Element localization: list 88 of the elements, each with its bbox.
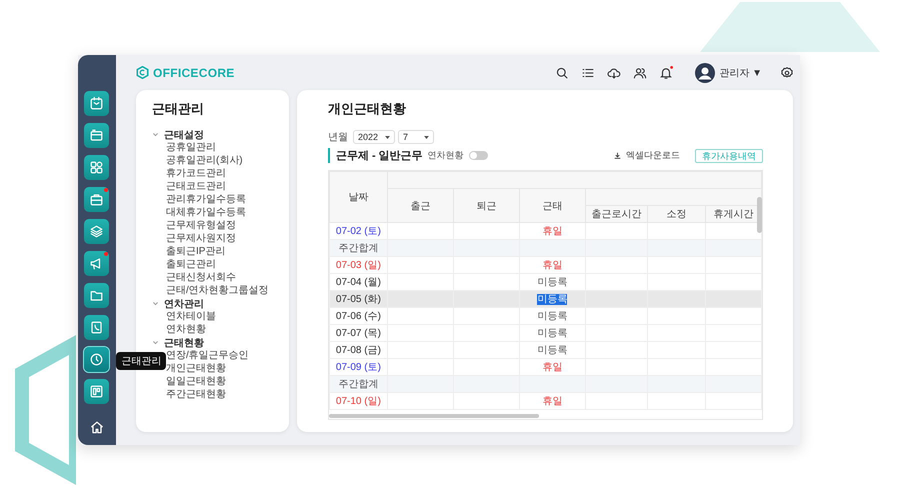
panel-title: 근태관리 <box>152 100 205 118</box>
search-icon[interactable] <box>555 66 570 80</box>
caret-icon <box>384 136 390 138</box>
user-menu[interactable]: 관리자 ▼ <box>719 66 762 80</box>
scrollbar[interactable] <box>757 197 762 233</box>
page-title: 개인근태현황 <box>328 100 407 118</box>
status-cell: 미등록 <box>537 311 568 322</box>
phonebook-icon <box>89 320 104 335</box>
people-icon[interactable] <box>633 66 648 80</box>
chevron-icon <box>152 300 159 307</box>
menu-item[interactable]: 근무제사원지정 <box>152 232 283 245</box>
year-select[interactable]: 2022 <box>352 130 395 144</box>
date-cell: 주간합계 <box>329 240 388 256</box>
logo-text: OFFICECORE <box>152 66 235 80</box>
date-cell: 07-08 (금) <box>329 342 388 358</box>
menu-item[interactable]: 연차현황 <box>152 323 283 336</box>
menu-item[interactable]: 일일근태현황 <box>152 375 283 388</box>
column-header: 근태 <box>519 188 586 222</box>
column-header: 출근 <box>387 188 454 222</box>
folder-icon <box>89 288 104 303</box>
sidebar-button[interactable] <box>84 155 110 180</box>
menu-item[interactable]: 관리휴가일수등록 <box>152 193 283 206</box>
column-header: 출근로시간 <box>585 206 648 222</box>
bell-icon[interactable] <box>659 66 674 80</box>
menu-item[interactable]: 근태코드관리 <box>152 180 283 193</box>
chevron-icon <box>152 131 159 138</box>
status-cell: 미등록 <box>537 345 568 356</box>
grid-icon <box>89 160 104 175</box>
status-cell: 휴일 <box>542 226 562 237</box>
date-cell: 07-03 (일) <box>329 256 388 274</box>
menu-item[interactable]: 근태/연차현황그룹설정 <box>152 284 283 297</box>
chevron-icon <box>152 339 159 346</box>
sidebar-button[interactable] <box>84 219 110 244</box>
sidebar-button[interactable] <box>84 251 110 276</box>
download-link[interactable]: 엑셀다운로드 <box>626 149 680 162</box>
sidebar-button[interactable] <box>84 379 110 404</box>
sidebar-button[interactable] <box>84 283 110 308</box>
board-icon <box>89 384 104 399</box>
column-header: 퇴근 <box>453 188 520 222</box>
menu-item[interactable]: 휴가코드관리 <box>152 167 283 180</box>
download-icon <box>614 152 621 159</box>
column-header: 날짜 <box>329 172 388 222</box>
briefcase-icon <box>89 192 104 207</box>
sidebar-button[interactable] <box>84 187 110 212</box>
date-cell: 07-06 (수) <box>329 308 388 324</box>
menu-item[interactable]: 주간근태현황 <box>152 388 283 401</box>
date-cell: 주간합계 <box>329 376 388 392</box>
status-cell: 미등록 <box>537 294 568 305</box>
date-cell: 07-10 (일) <box>329 392 388 410</box>
menu-group[interactable]: 근태설정 <box>152 128 283 141</box>
home-icon[interactable] <box>88 419 105 435</box>
clock-icon <box>89 352 104 367</box>
menu-item[interactable]: 공휴일관리(회사) <box>152 154 283 167</box>
status-cell: 미등록 <box>537 277 568 288</box>
menu-item[interactable]: 근태신청서회수 <box>152 271 283 284</box>
sidebar-button[interactable] <box>84 123 110 148</box>
menu-item[interactable]: 출퇴근IP관리 <box>152 245 283 258</box>
month-select[interactable]: 7 <box>398 130 434 144</box>
menu-item[interactable]: 출퇴근관리 <box>152 258 283 271</box>
status-cell: 미등록 <box>537 328 568 339</box>
section-title: 근무제 - 일반근무 <box>328 148 423 163</box>
menu-item[interactable]: 공휴일관리 <box>152 141 283 154</box>
logo-icon <box>136 66 149 79</box>
date-cell: 07-07 (목) <box>329 324 388 342</box>
menu-item[interactable]: 연차테이블 <box>152 310 283 323</box>
column-header: 소정 <box>647 206 706 222</box>
sidebar-button[interactable] <box>84 315 110 340</box>
settings-icon[interactable] <box>780 66 794 80</box>
tooltip: 근태관리 <box>116 352 166 370</box>
calendar-icon <box>89 96 104 111</box>
card-icon <box>89 128 104 143</box>
menu-group[interactable]: 연차관리 <box>152 297 283 310</box>
sidebar-button[interactable] <box>84 91 110 116</box>
avatar-icon[interactable] <box>695 62 716 82</box>
date-cell: 07-05 (화) <box>329 290 388 308</box>
toggle-switch[interactable] <box>468 151 488 160</box>
menu-item[interactable]: 근무제유형설정 <box>152 219 283 232</box>
status-cell: 휴일 <box>542 396 562 407</box>
menu-item[interactable]: 대체휴가일수등록 <box>152 206 283 219</box>
status-cell: 휴일 <box>542 260 562 271</box>
layers-icon <box>89 224 104 239</box>
caret-icon <box>424 136 429 138</box>
menu-group[interactable]: 근태현황 <box>152 336 283 349</box>
cloud-icon[interactable] <box>607 66 622 80</box>
field-label: 년월 <box>328 131 348 144</box>
sidebar-button[interactable] <box>84 347 110 372</box>
status-cell: 휴일 <box>542 362 562 373</box>
toggle-label: 연차현황 <box>428 149 464 162</box>
